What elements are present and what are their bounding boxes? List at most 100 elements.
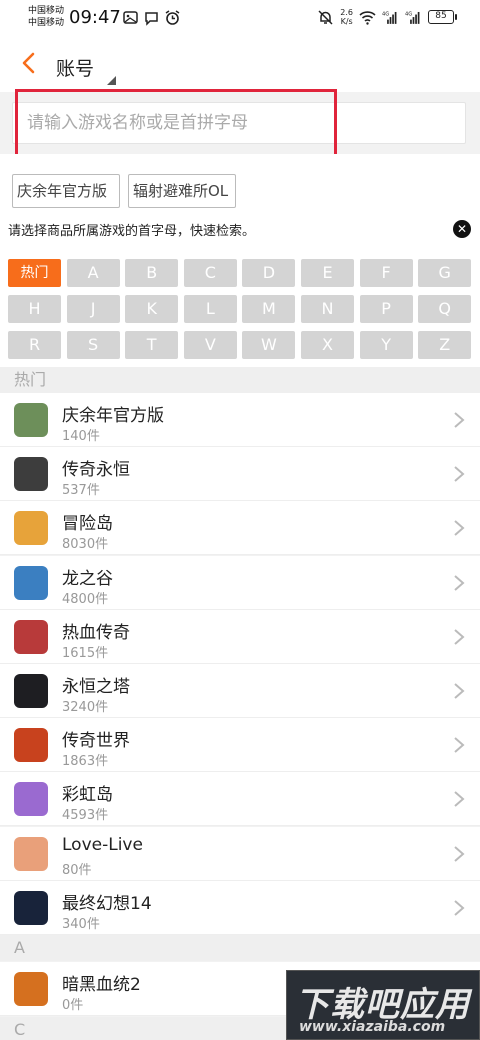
notification-icons [122, 9, 181, 26]
letter-f[interactable]: F [359, 259, 413, 287]
game-icon [14, 457, 48, 492]
letter-m[interactable]: M [242, 295, 296, 323]
message-notification-icon [145, 12, 158, 26]
letter-e[interactable]: E [301, 259, 354, 287]
game-list-item[interactable]: 彩虹岛 4593件 [0, 772, 480, 827]
game-count: 140件 [62, 429, 100, 444]
carrier-2: 中国移动 [28, 18, 65, 28]
letter-d[interactable]: D [242, 259, 296, 287]
game-list-item[interactable]: 龙之谷 4800件 [0, 555, 480, 610]
game-icon [14, 972, 48, 1006]
recent-chip[interactable]: 庆余年官方版 [12, 174, 120, 208]
game-count: 3240件 [62, 700, 109, 715]
chevron-right-icon [454, 683, 465, 699]
page-title[interactable]: 账号 [56, 54, 94, 81]
game-list-item[interactable]: 传奇永恒 537件 [0, 447, 480, 502]
game-icon [14, 403, 48, 437]
header: 账号 [0, 36, 480, 92]
game-icon [14, 728, 48, 763]
game-count: 537件 [62, 483, 100, 499]
chevron-right-icon [454, 412, 465, 428]
letter-z[interactable]: Z [418, 331, 472, 359]
game-icon [14, 674, 48, 708]
letter-p[interactable]: P [359, 295, 413, 323]
game-list-item[interactable]: 传奇世界 1863件 [0, 718, 480, 773]
game-list-item[interactable]: 永恒之塔 3240件 [0, 664, 480, 718]
game-icon [14, 890, 48, 925]
signal-icon-2: 4G [405, 11, 420, 24]
dropdown-caret-icon[interactable] [107, 76, 116, 85]
image-notification-icon [123, 11, 138, 24]
chevron-right-icon [454, 900, 465, 916]
page: 中国移动 中国移动 09:47 2.6 K/s 4G 4G 85 账号 请输入游… [0, 0, 480, 1040]
game-name: 暗黑血统2 [62, 975, 141, 995]
letter-w[interactable]: W [242, 331, 296, 359]
game-name: 庆余年官方版 [62, 406, 164, 426]
game-name: 最终幻想14 [62, 893, 152, 914]
letter-k[interactable]: K [125, 295, 179, 323]
letter-v[interactable]: V [183, 331, 237, 359]
game-count: 0件 [62, 998, 84, 1013]
alarm-icon [165, 10, 180, 25]
carrier-1: 中国移动 [28, 6, 65, 16]
game-name: 彩虹岛 [62, 785, 113, 806]
game-name: 传奇世界 [62, 731, 130, 752]
game-count: 340件 [62, 916, 100, 932]
signal-1-label: 4G [382, 11, 389, 17]
status-bar: 中国移动 中国移动 09:47 2.6 K/s 4G 4G 85 [0, 0, 480, 36]
game-list-item[interactable]: 庆余年官方版 140件 [0, 393, 480, 447]
letter-s[interactable]: S [66, 331, 120, 359]
game-count: 1863件 [62, 754, 109, 770]
letter-hint: 请选择商品所属游戏的首字母，快速检索。 [8, 224, 256, 239]
game-name: 永恒之塔 [62, 677, 130, 697]
game-count: 4593件 [62, 808, 109, 824]
letter-x[interactable]: X [301, 331, 354, 359]
clock: 09:47 [69, 7, 121, 28]
letter-l[interactable]: L [183, 295, 237, 323]
signal-2-label: 4G [405, 11, 412, 17]
chevron-right-icon [454, 520, 465, 537]
watermark-url: www.xiazaiba.com [299, 1019, 446, 1035]
section-header: A [0, 935, 480, 961]
network-speed: 2.6 K/s [340, 8, 353, 26]
game-list-item[interactable]: 最终幻想14 340件 [0, 880, 480, 935]
game-name: 冒险岛 [62, 514, 113, 535]
game-count: 4800件 [62, 591, 109, 607]
mute-bell-icon [318, 9, 333, 25]
letter-t[interactable]: T [125, 331, 179, 359]
game-name: Love-Live [62, 834, 143, 855]
game-list-item[interactable]: 冒险岛 8030件 [0, 501, 480, 556]
chevron-left-icon [22, 52, 35, 74]
game-icon [14, 619, 48, 654]
game-list-item[interactable]: 热血传奇 1615件 [0, 609, 480, 664]
close-icon[interactable]: ✕ [453, 220, 471, 238]
letter-b[interactable]: B [125, 259, 179, 287]
letter-y[interactable]: Y [359, 331, 413, 359]
game-icon [14, 836, 48, 871]
chevron-right-icon [454, 574, 465, 591]
game-name: 龙之谷 [62, 568, 113, 589]
game-icon [14, 565, 48, 600]
search-area [0, 92, 480, 154]
letter-h[interactable]: H [8, 295, 61, 323]
letter-a[interactable]: A [66, 259, 120, 287]
recent-chip[interactable]: 辐射避难所OL [128, 174, 236, 208]
letter-q[interactable]: Q [418, 295, 472, 323]
game-icon [14, 782, 48, 817]
back-button[interactable] [14, 48, 44, 78]
letter-r[interactable]: R [8, 331, 61, 359]
game-icon [14, 511, 48, 546]
watermark-logo: 下载吧应用 www.xiazaiba.com [286, 970, 480, 1040]
game-list-item[interactable]: Love-Live 80件 [0, 826, 480, 881]
letter-j[interactable]: J [66, 295, 120, 323]
letter-n[interactable]: N [301, 295, 354, 323]
letter-c[interactable]: C [183, 259, 237, 287]
game-name: 传奇永恒 [62, 460, 130, 481]
search-input[interactable] [12, 102, 466, 144]
signal-icon-1: 4G [382, 11, 397, 24]
letter-hot[interactable]: 热门 [8, 259, 61, 287]
recent-searches: 庆余年官方版 辐射避难所OL 请选择商品所属游戏的首字母，快速检索。 [0, 154, 480, 250]
chevron-right-icon [454, 629, 465, 645]
system-status: 2.6 K/s 4G 4G 85 [317, 8, 457, 26]
letter-g[interactable]: G [418, 259, 472, 287]
